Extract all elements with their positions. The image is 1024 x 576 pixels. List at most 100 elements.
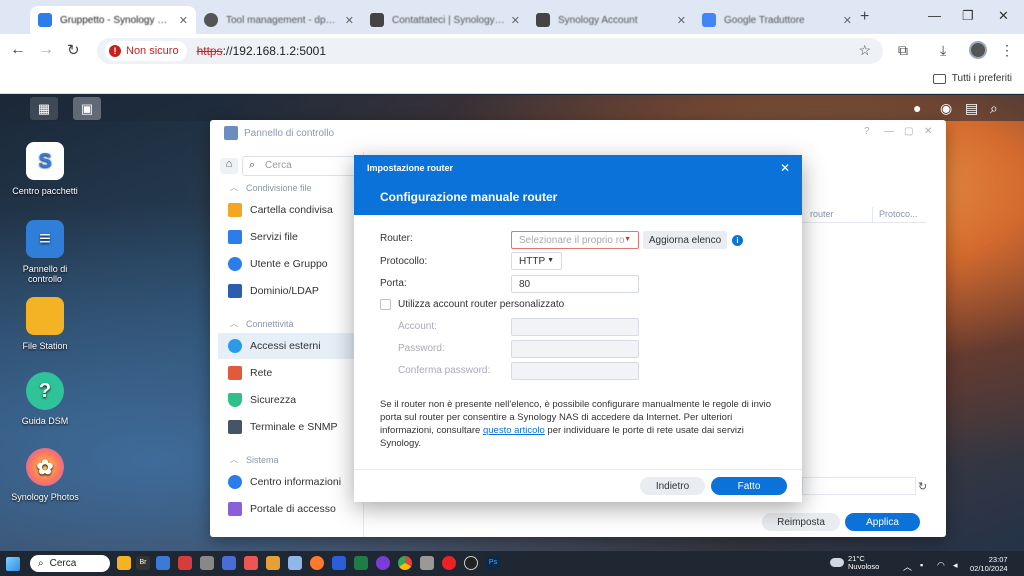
app-icon[interactable] [222,556,236,570]
user-icon[interactable]: ◉ [940,100,952,117]
folder-icon [932,73,946,84]
close-tab-icon[interactable]: ✕ [677,14,686,27]
maximize-icon[interactable]: ▢ [904,126,913,137]
app-icon[interactable] [178,556,192,570]
download-icon[interactable]: ⤓ [940,42,946,59]
close-tab-icon[interactable]: ✕ [179,14,188,27]
tray-app-icon[interactable]: ▪ [920,560,923,570]
app-icon[interactable] [376,556,390,570]
close-icon[interactable]: ✕ [924,126,932,137]
done-button[interactable]: Fatto [711,477,787,495]
restore-window-icon[interactable]: ❐ [962,8,974,24]
apply-button[interactable]: Applica [845,513,920,531]
protocol-select[interactable]: HTTP ▼ [511,252,562,270]
widgets-icon[interactable]: ▤ [965,100,978,117]
home-icon[interactable]: ⌂ [220,158,238,174]
back-icon[interactable]: ← [10,41,26,59]
profile-avatar[interactable] [969,41,987,59]
minimize-icon[interactable]: — [884,126,894,137]
account-input[interactable] [511,318,639,336]
forward-icon[interactable]: → [38,41,54,59]
app-icon[interactable] [354,556,368,570]
file-explorer-icon[interactable] [117,556,131,570]
sidebar-item-shared-folder[interactable]: Cartella condivisa [218,197,364,223]
reset-button[interactable]: Reimposta [762,513,840,531]
section-header-connectivity[interactable]: ︿ Connettività [230,318,294,329]
desktop-icon-control-panel[interactable]: ≡ Pannello di controllo [5,220,85,284]
bookmark-star-icon[interactable]: ☆ [858,42,871,59]
app-icon[interactable] [244,556,258,570]
chrome-icon[interactable] [398,556,412,570]
opera-icon[interactable] [442,556,456,570]
desktop-icon-dsm-help[interactable]: ? Guida DSM [5,372,85,426]
app-icon[interactable] [266,556,280,570]
port-input[interactable]: 80 [511,275,639,293]
sidebar-item-terminal[interactable]: Terminale e SNMP [218,414,364,440]
sidebar-item-users[interactable]: Utente e Gruppo [218,251,364,277]
windows-start-icon[interactable] [6,557,20,571]
back-button[interactable]: Indietro [640,477,705,495]
custom-account-checkbox[interactable] [380,299,391,310]
wifi-icon[interactable]: ◠ [937,560,945,571]
menu-icon[interactable]: ⋮ [1000,42,1014,59]
reload-icon[interactable]: ↻ [67,41,80,59]
sidebar-item-login-portal[interactable]: Portale di accesso [218,496,364,522]
app-icon[interactable] [200,556,214,570]
password-input[interactable] [511,340,639,358]
extensions-icon[interactable]: ⧉ [898,42,908,59]
close-tab-icon[interactable]: ✕ [345,14,354,27]
photoshop-icon[interactable]: Ps [486,556,500,570]
sidebar-item-domain[interactable]: Dominio/LDAP [218,278,364,304]
browser-tab-synology-nas[interactable]: Gruppetto - Synology NAS ✕ [30,6,196,34]
sidebar-search-input[interactable]: ⌕ Cerca [242,156,362,176]
close-window-icon[interactable]: ✕ [998,8,1009,24]
word-icon[interactable] [332,556,346,570]
help-icon[interactable]: ? [864,126,870,137]
taskbar-clock[interactable]: 23:07 02/10/2024 [970,555,1008,573]
sidebar-item-external-access[interactable]: Accessi esterni [218,333,364,359]
app-icon[interactable] [288,556,302,570]
media-player-icon[interactable] [464,556,478,570]
info-icon[interactable]: i [732,235,743,246]
browser-tab-google-translate[interactable]: Google Traduttore ✕ [694,6,860,34]
browser-tab-synology-account[interactable]: Synology Account ✕ [528,6,694,34]
table-filter-field[interactable] [802,477,916,495]
app-icon[interactable] [420,556,434,570]
sidebar-item-info-center[interactable]: Centro informazioni [218,469,364,495]
desktop-icon-package-center[interactable]: S Centro pacchetti [5,142,85,196]
sidebar-item-network[interactable]: Rete [218,360,364,386]
section-header-system[interactable]: ︿ Sistema [230,454,279,465]
security-chip[interactable]: ! Non sicuro [105,41,187,61]
tray-chevron-icon[interactable]: ︿ [903,560,912,573]
minimize-window-icon[interactable]: — [928,8,941,23]
address-bar[interactable]: ! Non sicuro https://192.168.1.2:5001 ☆ [97,38,883,64]
all-bookmarks-button[interactable]: Tutti i preferiti [932,73,1012,84]
browser-tab-contattateci[interactable]: Contattateci | Synology Inc. ✕ [362,6,528,34]
search-icon[interactable]: ⌕ [990,100,998,117]
app-icon[interactable] [156,556,170,570]
firefox-icon[interactable] [310,556,324,570]
url-text[interactable]: https://192.168.1.2:5001 [197,44,326,58]
taskbar-search[interactable]: ⌕ Cerca [30,555,110,572]
sidebar-item-security[interactable]: Sicurezza [218,387,364,413]
weather-widget[interactable]: 21°C Nuvoloso [830,555,879,571]
router-select[interactable]: Selezionare il proprio rou ▼ [511,231,639,249]
refresh-icon[interactable]: ↻ [918,480,927,493]
control-panel-taskbar-icon[interactable]: ▣ [73,97,101,120]
bridge-icon[interactable]: Br [136,556,150,570]
refresh-list-button[interactable]: Aggiorna elenco [643,231,727,249]
new-tab-icon[interactable]: + [860,8,869,26]
desktop-icon-synology-photos[interactable]: ✿ Synology Photos [5,448,85,502]
section-header-file-sharing[interactable]: ︿ Condivisione file [230,182,312,193]
volume-icon[interactable]: ◂ [953,560,958,571]
chat-icon[interactable]: ● [913,100,921,116]
close-tab-icon[interactable]: ✕ [843,14,852,27]
desktop-icon-file-station[interactable]: File Station [5,297,85,351]
main-menu-icon[interactable]: ▦ [30,97,58,120]
sidebar-item-file-services[interactable]: Servizi file [218,224,364,250]
browser-tab-tool-management[interactable]: Tool management - dp-01 ✕ [196,6,362,34]
close-icon[interactable]: ✕ [780,161,790,175]
help-article-link[interactable]: questo articolo [483,425,545,436]
confirm-password-input[interactable] [511,362,639,380]
close-tab-icon[interactable]: ✕ [511,14,520,27]
